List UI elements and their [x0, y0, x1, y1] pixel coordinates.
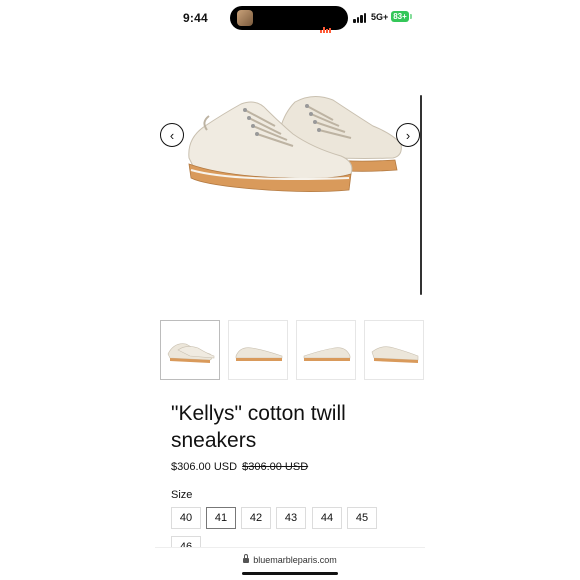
- dynamic-island[interactable]: [230, 6, 348, 33]
- product-price: $306.00 USD: [171, 461, 238, 473]
- home-indicator[interactable]: [242, 572, 338, 575]
- thumbnail-image: [303, 347, 351, 361]
- browser-address-bar[interactable]: bluemarbleparis.com: [155, 547, 425, 580]
- network-type: 5G+: [371, 12, 389, 22]
- gallery-prev-button[interactable]: ‹: [160, 123, 184, 147]
- thumbnail-2[interactable]: [228, 320, 288, 380]
- thumbnail-4[interactable]: [364, 320, 424, 380]
- battery-icon: 83+: [391, 11, 409, 22]
- size-option-43[interactable]: 43: [276, 507, 306, 529]
- status-time: 9:44: [183, 11, 208, 25]
- price-row: $306.00 USD $306.00 USD: [171, 461, 308, 473]
- product-gallery[interactable]: ‹ ›: [155, 60, 425, 300]
- size-option-45[interactable]: 45: [347, 507, 377, 529]
- url-display[interactable]: bluemarbleparis.com: [155, 554, 425, 565]
- thumbnail-image: [167, 343, 215, 363]
- thumbnail-image: [235, 347, 283, 361]
- chevron-left-icon: ‹: [169, 127, 175, 143]
- thumbnail-1[interactable]: [160, 320, 220, 380]
- product-title: "Kellys" cotton twill sneakers: [171, 402, 346, 452]
- battery-tip: [410, 14, 412, 19]
- product-main-image: [188, 96, 402, 192]
- lock-icon: [243, 554, 250, 563]
- cellular-signal-icon: [353, 13, 367, 23]
- size-option-44[interactable]: 44: [312, 507, 342, 529]
- phone-screen: 9:44 5G+ 83+ ‹ › "Kellys" cotton twill s…: [155, 0, 425, 580]
- size-label: Size: [171, 489, 193, 501]
- chevron-right-icon: ›: [405, 127, 411, 143]
- now-playing-artwork: [237, 10, 253, 26]
- url-text: bluemarbleparis.com: [253, 555, 337, 565]
- status-bar: 9:44 5G+ 83+: [155, 0, 425, 36]
- thumbnail-image: [371, 346, 419, 363]
- product-compare-price: $306.00 USD: [242, 461, 309, 473]
- scroll-indicator[interactable]: [420, 95, 422, 295]
- audio-waveform-icon: [320, 15, 334, 33]
- size-option-42[interactable]: 42: [241, 507, 271, 529]
- thumbnail-strip[interactable]: [160, 320, 425, 382]
- gallery-next-button[interactable]: ›: [396, 123, 420, 147]
- thumbnail-3[interactable]: [296, 320, 356, 380]
- size-option-40[interactable]: 40: [171, 507, 201, 529]
- size-option-41[interactable]: 41: [206, 507, 236, 529]
